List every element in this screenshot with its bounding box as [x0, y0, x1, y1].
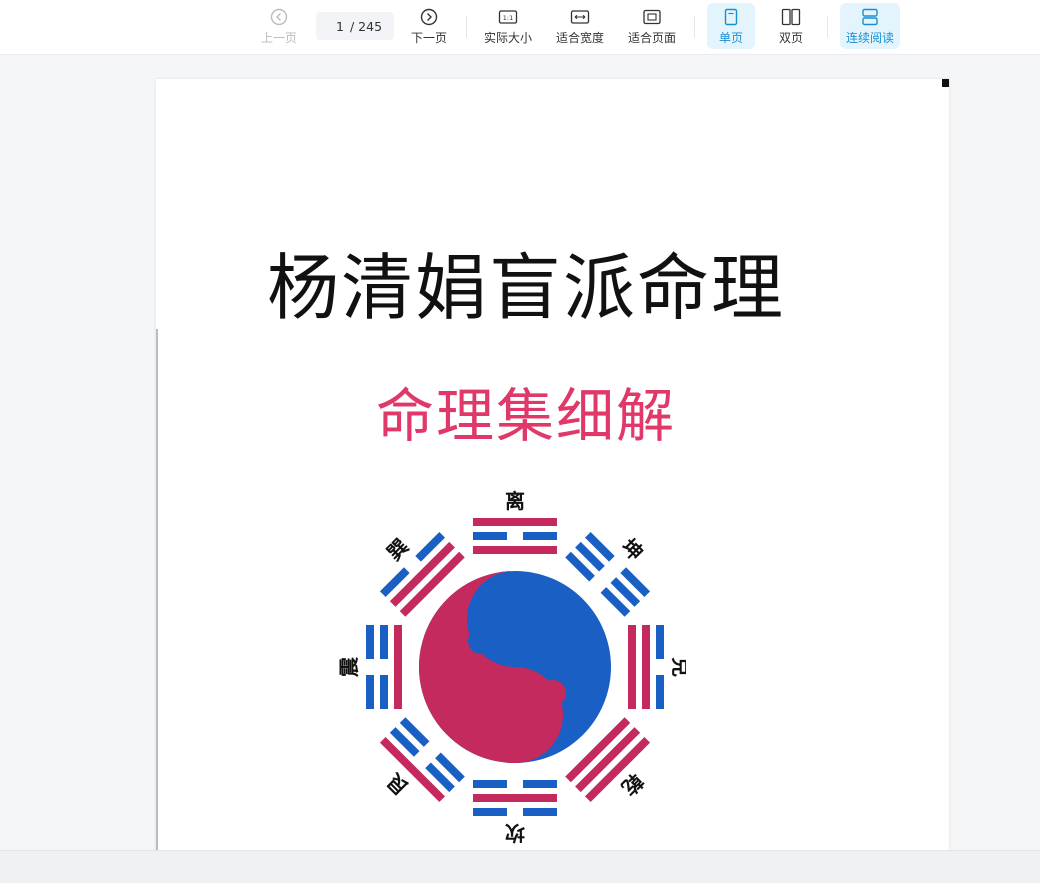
- single-page-icon: [723, 7, 739, 27]
- actual-size-label: 实际大小: [483, 30, 532, 45]
- fit-width-label: 适合宽度: [555, 30, 604, 45]
- cover-title: 杨清娟盲派命理: [266, 246, 785, 330]
- document-viewport[interactable]: 杨清娟盲派命理 命理集细解 离 坤 乾 坎 艮 震 巽: [0, 55, 1040, 850]
- page-total: / 245: [350, 18, 383, 34]
- trigram-label-gen: 艮: [381, 768, 413, 800]
- trigram-li: [473, 518, 557, 554]
- trigram-label-qian: 乾: [617, 769, 648, 800]
- trigram-dui: [628, 625, 664, 709]
- next-page-label: 下一页: [410, 30, 447, 45]
- horizontal-scrollbar[interactable]: [0, 850, 1040, 883]
- trigram-label-kun: 坤: [617, 534, 648, 565]
- actual-size-icon: 1:1: [498, 7, 518, 27]
- prev-page-label: 上一页: [260, 30, 297, 45]
- trigram-label-zhen: 震: [337, 656, 361, 677]
- viewer-toolbar: 上一页 / 245 下一页 1:1 实际大小 适合宽度 适合页面 单页: [0, 0, 1040, 55]
- scan-edge-mark: [942, 79, 949, 87]
- prev-page-button[interactable]: 上一页: [255, 3, 303, 49]
- chevron-left-circle-icon: [270, 7, 288, 27]
- single-page-label: 单页: [718, 30, 743, 45]
- page-number-input[interactable]: [316, 18, 344, 34]
- fit-page-button[interactable]: 适合页面: [624, 3, 680, 49]
- continuous-scroll-icon: [861, 7, 879, 27]
- fit-page-icon: [642, 7, 662, 27]
- chevron-right-circle-icon: [420, 7, 438, 27]
- bagua-taiji-diagram: 离 坤 兑 乾 坎 艮 震 巽: [337, 489, 686, 845]
- double-page-label: 双页: [778, 30, 803, 45]
- actual-size-button[interactable]: 1:1 实际大小: [480, 3, 536, 49]
- cover-subtitle: 命理集细解: [375, 382, 676, 450]
- continuous-reading-label: 连续阅读: [845, 30, 894, 45]
- svg-text:1:1: 1:1: [503, 14, 513, 22]
- toolbar-divider: [827, 16, 828, 38]
- trigram-label-li: 离: [505, 489, 525, 513]
- toolbar-divider: [466, 16, 467, 38]
- fit-width-button[interactable]: 适合宽度: [552, 3, 608, 49]
- trigram-kan: [473, 780, 557, 816]
- trigram-label-kan: 坎: [504, 821, 525, 845]
- toolbar-divider: [694, 16, 695, 38]
- page-indicator: / 245: [316, 12, 394, 40]
- single-page-button[interactable]: 单页: [707, 3, 755, 49]
- continuous-reading-button[interactable]: 连续阅读: [840, 3, 900, 49]
- document-page: 杨清娟盲派命理 命理集细解 离 坤 乾 坎 艮 震 巽: [156, 79, 949, 850]
- yin-yang-icon: [419, 571, 611, 763]
- next-page-button[interactable]: 下一页: [405, 3, 453, 49]
- trigram-label-dui: 兑: [669, 657, 686, 677]
- fit-width-icon: [570, 7, 590, 27]
- fit-page-label: 适合页面: [627, 30, 676, 45]
- double-page-icon: [781, 7, 801, 27]
- trigram-zhen: [366, 625, 402, 709]
- trigram-label-xun: 巽: [382, 534, 413, 565]
- double-page-button[interactable]: 双页: [767, 3, 815, 49]
